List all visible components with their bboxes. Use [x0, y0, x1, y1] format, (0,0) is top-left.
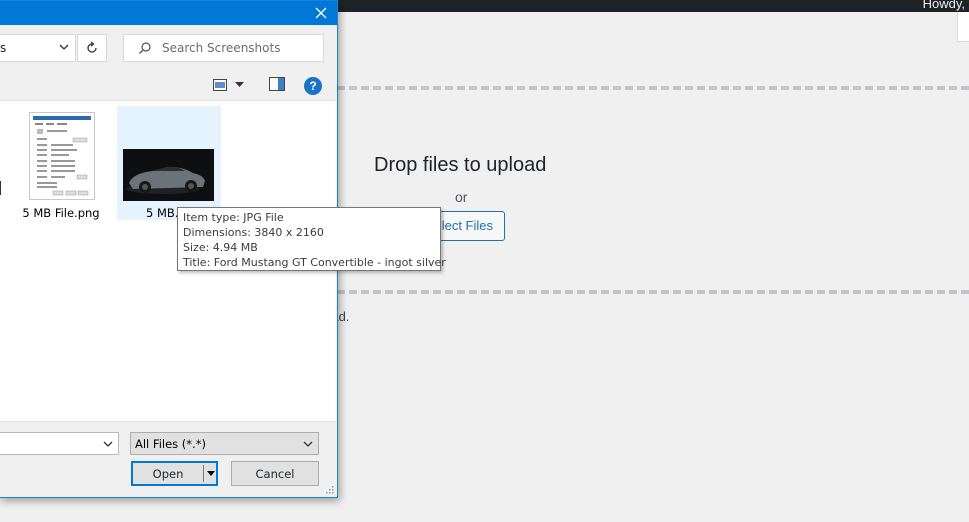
tooltip-item-type: Item type: JPG File [183, 211, 284, 224]
search-icon [139, 42, 151, 54]
file-type-select[interactable]: All Files (*.*) [130, 432, 319, 455]
chevron-down-icon [235, 82, 244, 87]
howdy-greeting[interactable]: Howdy, [923, 0, 965, 11]
tooltip-dimensions: Dimensions: 3840 x 2160 [183, 226, 324, 239]
drop-files-heading: Drop files to upload [374, 154, 547, 176]
search-box[interactable] [123, 34, 324, 62]
address-text: s [0, 41, 7, 55]
address-bar[interactable]: s [0, 34, 76, 62]
file-name-combobox[interactable] [0, 432, 119, 455]
chevron-down-icon[interactable] [103, 439, 113, 449]
close-icon [315, 7, 327, 19]
dropzone-top-border [337, 86, 969, 90]
split-divider [203, 465, 204, 482]
cancel-button-label: Cancel [255, 467, 295, 481]
file-type-value: All Files (*.*) [135, 437, 206, 451]
search-input[interactable] [162, 35, 320, 61]
change-view-button[interactable] [213, 77, 253, 93]
or-label: or [455, 189, 468, 205]
tooltip-title: Title: Ford Mustang GT Convertible - ing… [183, 256, 446, 269]
dropzone-bottom-border [337, 290, 969, 294]
file-item-selected[interactable]: 5 MB. [117, 106, 221, 220]
help-button[interactable]: ? [304, 77, 322, 95]
preview-pane-button[interactable] [269, 77, 287, 93]
cancel-button[interactable]: Cancel [231, 461, 319, 486]
tooltip-size: Size: 4.94 MB [183, 241, 258, 254]
partial-file-item [0, 181, 1, 195]
refresh-icon [87, 41, 97, 53]
close-button[interactable] [305, 1, 337, 25]
resize-grip-icon[interactable] [326, 486, 334, 494]
split-dropdown-icon[interactable] [207, 471, 215, 477]
file-item[interactable]: 5 MB File.png [9, 106, 113, 220]
dialog-titlebar[interactable] [0, 1, 337, 25]
view-icon [213, 79, 227, 91]
chevron-down-icon [303, 441, 313, 447]
screen-options-tab[interactable] [957, 12, 969, 42]
refresh-button[interactable] [77, 34, 107, 62]
file-info-tooltip: Item type: JPG File Dimensions: 3840 x 2… [177, 207, 446, 271]
preview-pane-icon [269, 77, 285, 91]
file-thumbnail [29, 112, 95, 200]
file-label: 5 MB File.png [22, 206, 100, 220]
open-button-label: Open [152, 467, 184, 481]
chevron-down-icon[interactable] [59, 42, 69, 52]
file-thumbnail [123, 149, 214, 201]
open-button[interactable]: Open [131, 461, 218, 486]
